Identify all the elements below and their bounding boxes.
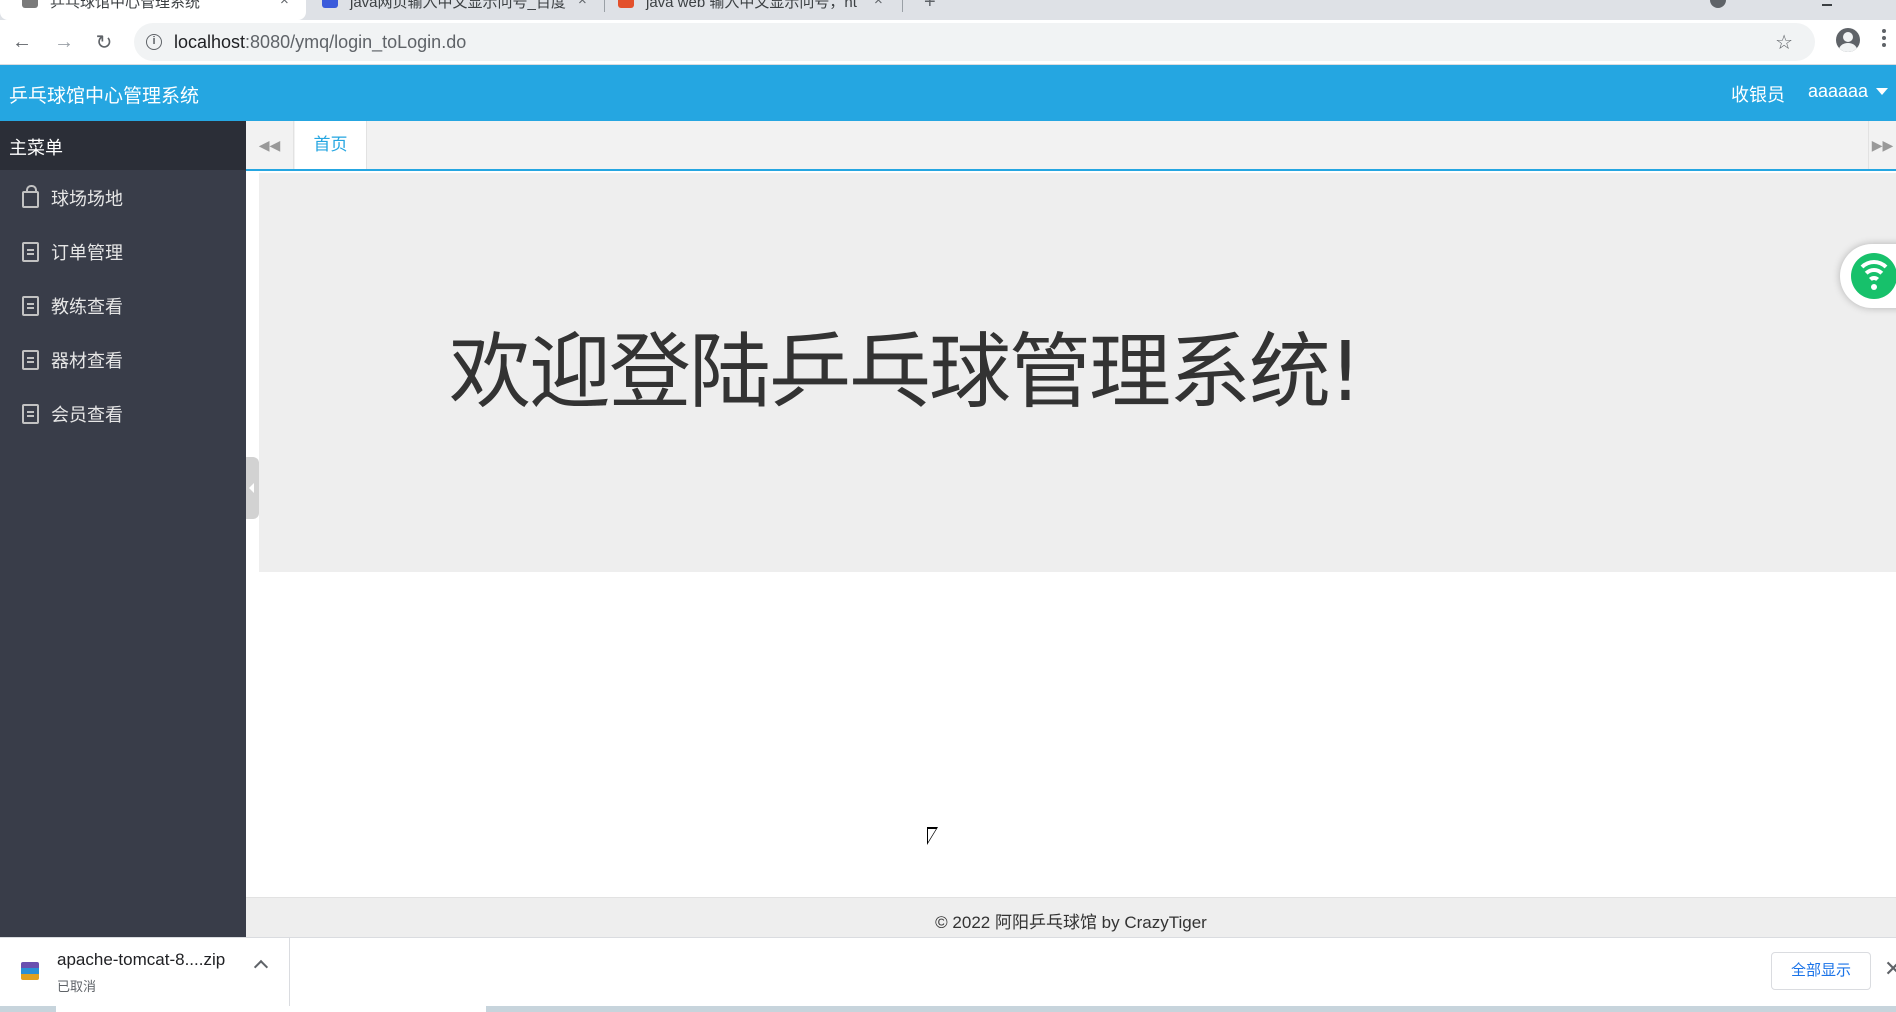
csdn-favicon-icon [618, 0, 634, 8]
sidebar-item-court[interactable]: 球场场地 [0, 170, 246, 224]
document-icon [22, 242, 39, 262]
browser-tab[interactable]: java网页输入中文显示问号_百度 × [310, 0, 604, 20]
sidebar-item-members[interactable]: 会员查看 [0, 386, 246, 440]
tab-close-icon[interactable]: × [280, 0, 289, 9]
document-icon [22, 350, 39, 370]
chevron-up-icon[interactable] [253, 959, 269, 975]
document-icon [22, 404, 39, 424]
browser-tab-title: java网页输入中文显示问号_百度 [350, 0, 566, 11]
taskbar-strip [0, 1006, 1896, 1012]
app-header: 乒乓球馆中心管理系统 收银员 aaaaaa [0, 65, 1896, 121]
app-title: 乒乓球馆中心管理系统 [9, 86, 200, 107]
tab-separator [604, 0, 605, 12]
show-all-button[interactable]: 全部显示 [1771, 952, 1871, 990]
new-tab-icon[interactable]: + [924, 0, 936, 14]
window-control-icon[interactable] [1710, 0, 1726, 8]
browser-tab-strip: 乒乓球馆中心管理系统 × java网页输入中文显示问号_百度 × java we… [0, 0, 1896, 20]
bookmark-star-icon[interactable]: ☆ [1775, 30, 1793, 55]
page-tabs-bar: ◀◀ 首页 ▶▶ [246, 121, 1896, 171]
sidebar-item-label: 教练查看 [51, 297, 123, 317]
forward-icon[interactable]: → [50, 28, 78, 56]
role-label[interactable]: 收银员 [1731, 81, 1785, 107]
tabs-scroll-left-icon[interactable]: ◀◀ [246, 121, 294, 169]
sidebar-item-label: 订单管理 [51, 243, 123, 263]
baidu-favicon-icon [322, 0, 338, 8]
browser-tab[interactable]: java web 输入中文显示问号，ht × [606, 0, 900, 20]
url-text: localhost:8080/ymq/login_toLogin.do [174, 32, 467, 52]
copyright-text: © 2022 阿阳乒乓球馆 by CrazyTiger [935, 913, 1207, 932]
wifi-icon [1851, 253, 1896, 299]
download-status: 已取消 [57, 979, 97, 994]
page-footer: © 2022 阿阳乒乓球馆 by CrazyTiger [246, 897, 1896, 937]
download-file-name: apache-tomcat-8....zip [57, 950, 226, 969]
document-icon [22, 296, 39, 316]
tab-close-icon[interactable]: × [874, 0, 883, 9]
browser-toolbar: ← → ↻ i localhost:8080/ymq/login_toLogin… [0, 20, 1896, 65]
tab-favicon-icon [22, 0, 38, 8]
welcome-panel: 欢迎登陆乒乓球管理系统! [259, 173, 1896, 572]
reload-icon[interactable]: ↻ [90, 28, 118, 56]
download-bar: apache-tomcat-8....zip 已取消 全部显示 ✕ [0, 937, 1896, 1012]
user-menu[interactable]: aaaaaa [1808, 81, 1868, 102]
sidebar-collapse-handle[interactable] [246, 457, 259, 519]
close-icon[interactable]: ✕ [1884, 958, 1896, 980]
zip-file-icon [21, 962, 39, 980]
address-bar[interactable]: i localhost:8080/ymq/login_toLogin.do ☆ [134, 23, 1815, 61]
site-info-icon[interactable]: i [146, 34, 162, 50]
welcome-heading: 欢迎登陆乒乓球管理系统! [449, 325, 1362, 420]
browser-menu-icon[interactable] [1882, 29, 1886, 51]
minimize-icon[interactable] [1822, 4, 1832, 6]
browser-tab-title: java web 输入中文显示问号，ht [646, 0, 857, 11]
sidebar-item-label: 球场场地 [51, 189, 123, 209]
tab-home[interactable]: 首页 [295, 121, 367, 169]
tab-separator [902, 0, 903, 12]
sidebar-item-label: 器材查看 [51, 351, 123, 371]
sidebar-item-coaches[interactable]: 教练查看 [0, 278, 246, 332]
floating-widget[interactable] [1840, 244, 1896, 308]
tab-close-icon[interactable]: × [578, 0, 587, 9]
caret-down-icon[interactable] [1876, 88, 1888, 95]
sidebar-item-orders[interactable]: 订单管理 [0, 224, 246, 278]
browser-tab-title: 乒乓球馆中心管理系统 [50, 0, 201, 11]
tabs-scroll-right-icon[interactable]: ▶▶ [1868, 121, 1896, 169]
sidebar-item-label: 会员查看 [51, 405, 123, 425]
sidebar: 主菜单 球场场地 订单管理 教练查看 器材查看 会员查看 [0, 121, 246, 937]
sidebar-title: 主菜单 [0, 121, 246, 170]
download-item[interactable]: apache-tomcat-8....zip 已取消 [0, 938, 290, 1008]
profile-avatar-icon[interactable] [1836, 28, 1860, 52]
back-icon[interactable]: ← [8, 28, 36, 56]
sidebar-item-equipment[interactable]: 器材查看 [0, 332, 246, 386]
mouse-cursor-icon [927, 827, 938, 845]
bag-icon [22, 185, 39, 208]
browser-tab-active[interactable]: 乒乓球馆中心管理系统 × [0, 0, 306, 20]
